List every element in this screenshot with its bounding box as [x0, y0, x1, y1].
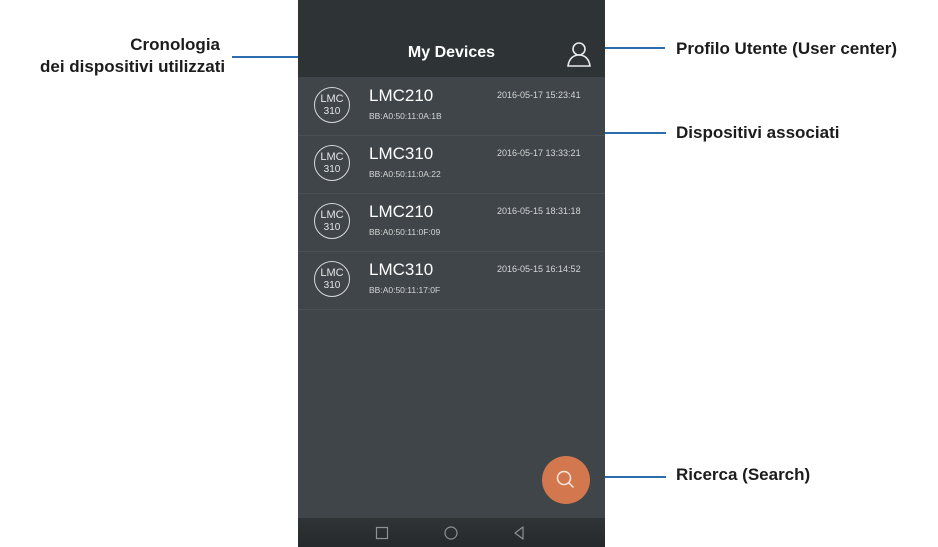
device-mac: BB:A0:50:11:0A:22 — [369, 169, 441, 179]
annotation-search: Ricerca (Search) — [676, 465, 811, 484]
device-mac: BB:A0:50:11:0A:1B — [369, 111, 442, 121]
device-mac: BB:A0:50:11:17:0F — [369, 285, 441, 295]
search-icon — [556, 470, 574, 488]
device-badge: LMC 310 — [314, 87, 350, 123]
device-timestamp: 2016-05-15 16:14:52 — [497, 264, 581, 274]
device-badge-bottom: 310 — [323, 164, 341, 175]
user-icon — [567, 42, 591, 67]
annotation-associated: Dispositivi associati — [676, 123, 840, 142]
phone-screen: My Devices LMC 310 LMC210 BB:A0:50:11:0A… — [298, 0, 605, 547]
triangle-back-icon — [514, 526, 524, 540]
square-icon — [375, 526, 389, 540]
recent-apps-button[interactable] — [374, 525, 390, 541]
device-badge-bottom: 310 — [323, 222, 341, 233]
device-timestamp: 2016-05-17 15:23:41 — [497, 90, 581, 100]
device-badge: LMC 310 — [314, 261, 350, 297]
device-item[interactable]: LMC 310 LMC310 BB:A0:50:11:17:0F 2016-05… — [298, 252, 605, 310]
device-timestamp: 2016-05-15 18:31:18 — [497, 206, 581, 216]
device-badge-top: LMC — [320, 267, 344, 279]
back-button[interactable] — [511, 525, 527, 541]
device-badge-top: LMC — [320, 93, 344, 105]
annotation-history-line1: Cronologia — [130, 35, 220, 54]
status-bar — [298, 0, 605, 30]
device-item[interactable]: LMC 310 LMC310 BB:A0:50:11:0A:22 2016-05… — [298, 136, 605, 194]
device-badge-bottom: 310 — [323, 280, 341, 291]
annotation-history: Cronologia dei dispositivi utilizzati — [40, 34, 226, 78]
device-name: LMC210 — [369, 202, 434, 221]
page-title: My Devices — [407, 44, 496, 61]
home-button[interactable] — [443, 525, 459, 541]
device-badge-top: LMC — [320, 151, 344, 163]
device-mac: BB:A0:50:11:0F:09 — [369, 227, 441, 237]
search-button[interactable] — [542, 456, 590, 504]
device-item[interactable]: LMC 310 LMC210 BB:A0:50:11:0A:1B 2016-05… — [298, 78, 605, 136]
device-badge-top: LMC — [320, 209, 344, 221]
device-badge-bottom: 310 — [323, 106, 341, 117]
device-name: LMC310 — [369, 144, 434, 163]
annotation-user-profile: Profilo Utente (User center) — [676, 39, 898, 58]
user-center-button[interactable] — [566, 40, 592, 68]
device-name: LMC210 — [369, 86, 434, 105]
device-name: LMC310 — [369, 260, 434, 279]
system-nav-bar — [298, 518, 605, 547]
app-bar: My Devices — [298, 30, 605, 77]
device-timestamp: 2016-05-17 13:33:21 — [497, 148, 581, 158]
circle-icon — [444, 526, 458, 540]
device-badge: LMC 310 — [314, 145, 350, 181]
device-badge: LMC 310 — [314, 203, 350, 239]
device-item[interactable]: LMC 310 LMC210 BB:A0:50:11:0F:09 2016-05… — [298, 194, 605, 252]
annotation-history-line2: dei dispositivi utilizzati — [40, 57, 226, 76]
